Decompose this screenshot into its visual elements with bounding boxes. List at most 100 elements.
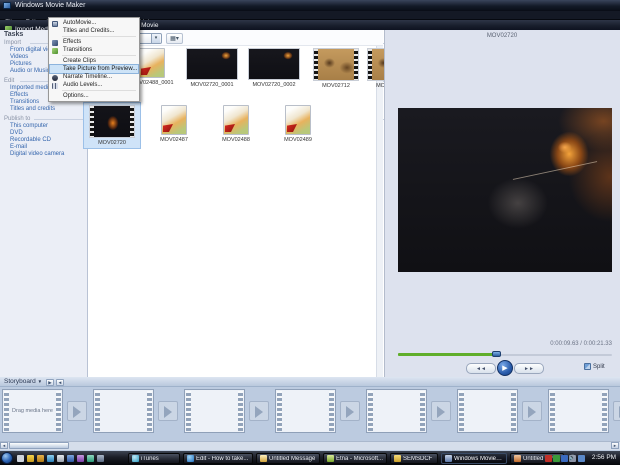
scroll-left-icon[interactable]: ◄ (0, 442, 8, 449)
storyboard-frame[interactable] (275, 389, 336, 433)
menu-separator (62, 90, 136, 91)
section-import[interactable]: Import (4, 40, 21, 46)
storyboard-transition-cell[interactable] (431, 401, 451, 421)
taskbar-button-semsdcf[interactable]: SEMSDCF (390, 453, 438, 464)
volume-icon[interactable]: 🔊 (569, 455, 576, 462)
storyboard-transition-cell[interactable] (340, 401, 360, 421)
quick-launch-show-desktop-icon[interactable] (17, 455, 24, 462)
title-bar[interactable]: Windows Movie Maker (0, 0, 620, 11)
storyboard-transition-cell[interactable] (522, 401, 542, 421)
media-item[interactable]: MOV02488 (208, 105, 264, 143)
media-item[interactable]: MOV02489 (270, 105, 326, 143)
quick-launch-app-icon[interactable] (97, 455, 104, 462)
menu-item-narrate-timeline[interactable]: Narrate Timeline... (50, 73, 138, 81)
menu-separator (62, 55, 136, 56)
task-this-computer[interactable]: This computer (10, 123, 48, 129)
automovie-icon (52, 20, 58, 27)
media-item-label: MOV02720 (98, 140, 126, 146)
storyboard-rewind-button[interactable]: ◄ (56, 379, 64, 386)
storyboard-frame[interactable] (366, 389, 427, 433)
menu-item-effects[interactable]: Effects (50, 38, 138, 46)
storyboard-frame[interactable]: Drag media here (2, 389, 63, 433)
menu-item-create-clips[interactable]: Create Clips (50, 57, 138, 65)
quick-launch-app-icon[interactable] (87, 455, 94, 462)
media-thumbnail (89, 105, 135, 138)
tray-update-icon[interactable] (561, 455, 568, 462)
quick-launch-mail-icon[interactable] (37, 455, 44, 462)
preview-video-frame[interactable] (398, 108, 612, 272)
taskbar-button-etna[interactable]: Etna - Microsoft... (323, 453, 387, 464)
media-item-selected[interactable]: MOV02720 (83, 102, 141, 149)
storyboard-view-dropdown[interactable]: Storyboard ▼ (4, 378, 42, 385)
task-effects[interactable]: Effects (10, 92, 28, 98)
storyboard-scrollbar-thumb[interactable] (9, 442, 69, 449)
folder-icon (394, 455, 401, 462)
file-type-badge-icon (225, 124, 235, 132)
menu-item-take-picture[interactable]: Take Picture from Preview... (49, 64, 139, 74)
taskbar-button-browser[interactable]: Edit - How to take... (183, 453, 253, 464)
storyboard-transition-cell[interactable] (67, 401, 87, 421)
transitions-icon (52, 47, 58, 54)
task-email[interactable]: E-mail (10, 144, 27, 150)
quick-launch-app-icon[interactable] (57, 455, 64, 462)
storyboard-frame[interactable] (457, 389, 518, 433)
menu-item-automovie[interactable]: AutoMovie... (50, 19, 138, 27)
storyboard-scrollbar[interactable] (0, 441, 620, 450)
media-item[interactable]: MOV02487 (146, 105, 202, 143)
task-videos[interactable]: Videos (10, 54, 28, 60)
task-dvd[interactable]: DVD (10, 130, 23, 136)
scroll-right-icon[interactable]: ► (611, 442, 619, 449)
taskbar-button-itunes[interactable]: iTunes (128, 453, 180, 464)
storyboard-transition-cell[interactable] (249, 401, 269, 421)
taskbar-button-movie-maker[interactable]: Windows Movie M... (441, 453, 507, 464)
media-item[interactable]: MOV02712 (308, 48, 364, 89)
next-frame-button[interactable]: ►► (514, 363, 544, 374)
menu-item-titles-credits[interactable]: Titles and Credits... (50, 27, 138, 35)
seek-bar-thumb[interactable] (492, 351, 501, 357)
task-imported-media[interactable]: Imported media (10, 85, 52, 91)
tasks-pane-title: Tasks (4, 31, 24, 38)
tray-antivirus-icon[interactable] (553, 455, 560, 462)
task-transitions[interactable]: Transitions (10, 99, 39, 105)
storyboard-play-button[interactable]: ▶ (46, 379, 54, 386)
task-titles-credits[interactable]: Titles and credits (10, 106, 55, 112)
tray-security-icon[interactable] (545, 455, 552, 462)
media-pane-scrollbar[interactable] (376, 46, 383, 377)
storyboard-transition-cell[interactable] (613, 401, 620, 421)
task-dv-camera[interactable]: Digital video camera (10, 151, 64, 157)
task-recordable-cd[interactable]: Recordable CD (10, 137, 51, 143)
task-pictures[interactable]: Pictures (10, 61, 32, 67)
taskbar-clock[interactable]: 2:56 PM (588, 451, 620, 465)
start-button[interactable] (1, 452, 13, 464)
media-item-label: MOV02489 (284, 137, 312, 143)
media-item-label: MOV02488 (222, 137, 250, 143)
split-button[interactable]: Split (584, 363, 605, 370)
menu-separator (62, 36, 136, 37)
taskbar-button-message[interactable]: Untitled Message (256, 453, 320, 464)
quick-launch-folder-icon[interactable] (27, 455, 34, 462)
quick-launch-ie-icon[interactable] (47, 455, 54, 462)
quick-launch-app-icon[interactable] (77, 455, 84, 462)
storyboard-transition-cell[interactable] (158, 401, 178, 421)
window-title: Windows Movie Maker (15, 2, 86, 9)
section-edit[interactable]: Edit (4, 78, 14, 84)
media-item-label: MOV02487 (160, 137, 188, 143)
storyboard-frame[interactable] (93, 389, 154, 433)
media-item[interactable]: MOV02720_0002 (246, 48, 302, 88)
play-button[interactable]: ▶ (497, 360, 513, 376)
menu-item-transitions[interactable]: Transitions (50, 46, 138, 54)
media-item[interactable]: MOV02720_0001 (184, 48, 240, 88)
storyboard-frame[interactable] (184, 389, 245, 433)
menu-item-options[interactable]: Options... (50, 92, 138, 100)
next-frame-icon: ►► (524, 366, 534, 372)
ie-icon (187, 455, 194, 462)
menu-item-audio-levels[interactable]: Audio Levels... (50, 81, 138, 89)
storyboard-frame[interactable] (548, 389, 609, 433)
network-icon[interactable] (578, 455, 585, 462)
views-dropdown-button[interactable]: ▦▾ (166, 33, 183, 44)
section-publish-to[interactable]: Publish to (4, 116, 30, 122)
quick-launch-wmp-icon[interactable] (67, 455, 74, 462)
previous-frame-button[interactable]: ◄◄ (466, 363, 496, 374)
file-type-badge-icon (287, 124, 297, 132)
task-audio-music[interactable]: Audio or Music (10, 68, 50, 74)
